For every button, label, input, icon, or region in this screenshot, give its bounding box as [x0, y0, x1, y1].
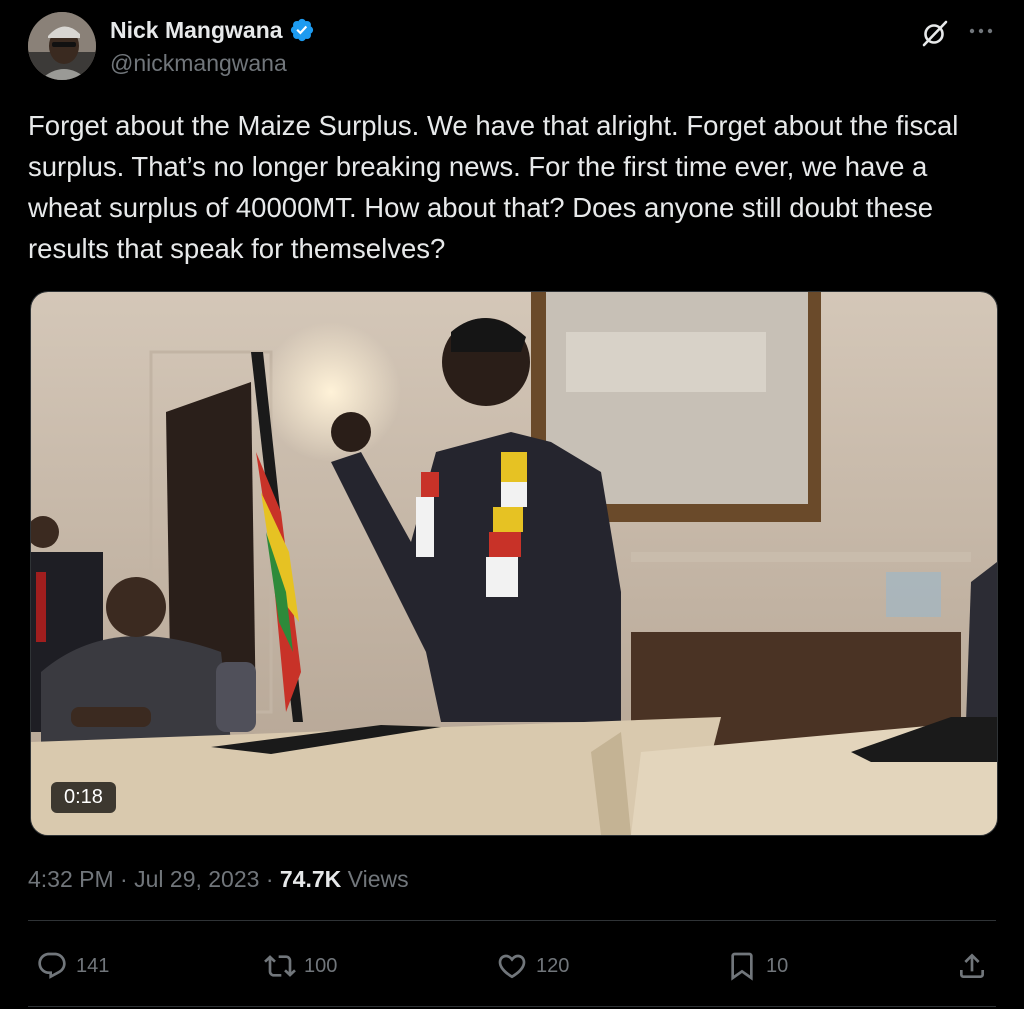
- more-options-icon[interactable]: [966, 18, 996, 48]
- divider: [28, 1006, 996, 1007]
- share-icon: [960, 953, 984, 978]
- views-label: Views: [347, 866, 409, 892]
- tweet-date[interactable]: Jul 29, 2023: [134, 866, 259, 893]
- grok-icon[interactable]: [920, 18, 950, 48]
- display-name[interactable]: Nick Mangwana: [110, 17, 283, 44]
- video-frame: [31, 292, 997, 835]
- divider: [28, 920, 996, 921]
- tweet: Nick Mangwana @nickmangwana Forget about…: [0, 0, 1024, 1009]
- reply-icon: [38, 952, 66, 979]
- repost-button[interactable]: 100: [264, 950, 337, 982]
- like-button[interactable]: 120: [496, 950, 569, 982]
- repost-icon: [264, 955, 296, 977]
- reply-button[interactable]: 141: [36, 950, 109, 982]
- like-count: 120: [536, 954, 570, 977]
- heart-icon: [498, 954, 526, 979]
- tweet-time[interactable]: 4:32 PM: [28, 866, 114, 893]
- author-block: Nick Mangwana @nickmangwana: [110, 14, 315, 77]
- tweet-text: Forget about the Maize Surplus. We have …: [28, 110, 959, 264]
- bookmark-count: 10: [766, 954, 789, 977]
- video-player[interactable]: 0:18: [30, 291, 998, 836]
- handle[interactable]: @nickmangwana: [110, 50, 315, 77]
- verified-badge-icon: [290, 18, 313, 42]
- tweet-meta: 4:32 PM · Jul 29, 2023 · 74.7K Views: [28, 866, 409, 893]
- video-duration: 0:18: [51, 782, 116, 813]
- bookmark-icon: [731, 952, 753, 981]
- views-count[interactable]: 74.7K: [280, 866, 341, 893]
- avatar[interactable]: [28, 12, 96, 80]
- repost-count: 100: [304, 954, 338, 977]
- bookmark-button[interactable]: 10: [726, 950, 788, 982]
- meta-separator: ·: [265, 866, 274, 892]
- meta-separator: ·: [120, 866, 128, 892]
- reply-count: 141: [76, 954, 110, 977]
- share-button[interactable]: [956, 950, 996, 982]
